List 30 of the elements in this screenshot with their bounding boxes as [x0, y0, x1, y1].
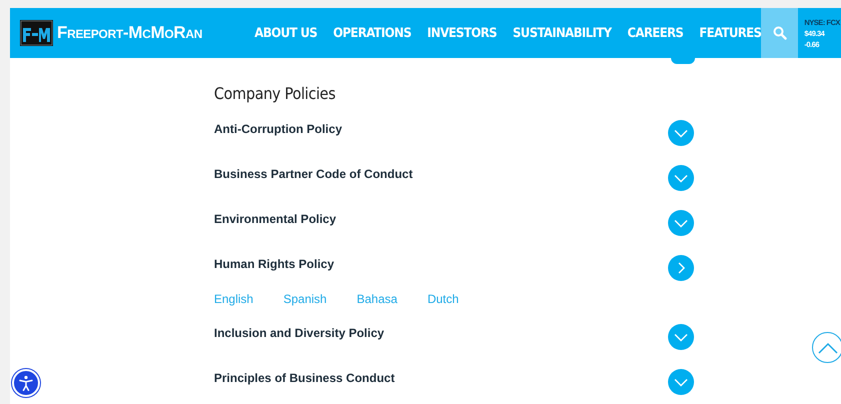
expand-button[interactable] [668, 210, 694, 236]
language-link[interactable]: Bahasa [356, 292, 398, 326]
expand-button[interactable] [668, 255, 694, 281]
policy-title[interactable]: Inclusion and Diversity Policy [214, 326, 384, 340]
language-link[interactable]: English [214, 292, 254, 326]
nav-link[interactable]: ABOUT US [254, 26, 318, 40]
logo-text[interactable]: Freeport-McMoRan [57, 23, 202, 43]
chevron-up-icon [818, 342, 838, 354]
language-link[interactable]: Dutch [427, 292, 459, 326]
policy-title[interactable]: Anti-Corruption Policy [214, 122, 342, 136]
expand-button[interactable] [668, 120, 694, 146]
collapse-button[interactable] [671, 58, 695, 64]
nav-link[interactable]: SUSTAINABILITY [512, 26, 612, 40]
nav-link[interactable]: OPERATIONS [333, 26, 412, 40]
policy-title[interactable]: Environmental Policy [214, 212, 336, 226]
expand-button[interactable] [668, 324, 694, 350]
search-button[interactable] [761, 8, 798, 58]
expand-button[interactable] [668, 369, 694, 395]
nav-link[interactable]: FEATURES [699, 26, 762, 40]
logo-icon[interactable] [20, 20, 53, 46]
nav-link[interactable]: INVESTORS [427, 26, 497, 40]
nav-link[interactable]: CAREERS [627, 26, 684, 40]
policy-title[interactable]: Principles of Business Conduct [214, 371, 395, 385]
language-link[interactable]: Spanish [283, 292, 327, 326]
policy-title[interactable]: Business Partner Code of Conduct [214, 167, 413, 181]
accessibility-icon [17, 374, 35, 392]
search-icon [772, 26, 787, 40]
policy-title[interactable]: Human Rights Policy [214, 257, 334, 271]
expand-button[interactable] [668, 165, 694, 191]
section-title: Company Policies [214, 83, 336, 105]
